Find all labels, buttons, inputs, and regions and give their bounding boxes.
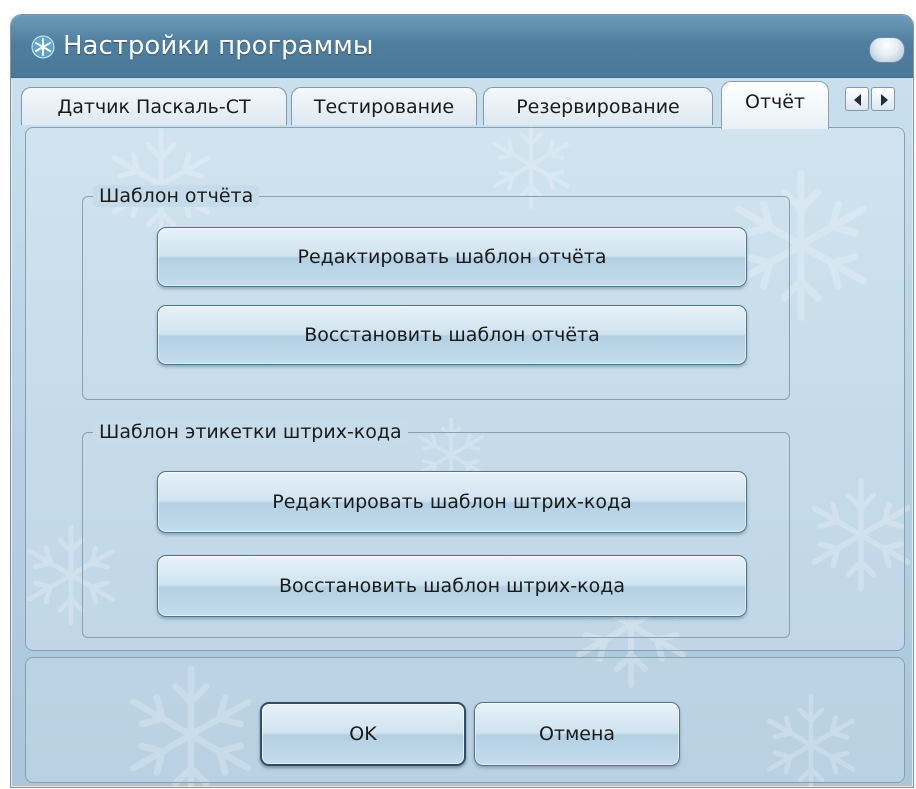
restore-report-template-button[interactable]: Восстановить шаблон отчёта (157, 305, 747, 365)
barcode-template-legend: Шаблон этикетки штрих-кода (93, 421, 408, 443)
tab-scroll-right-button[interactable] (871, 87, 895, 111)
tab-testing[interactable]: Тестирование (291, 87, 477, 125)
edit-report-template-button[interactable]: Редактировать шаблон отчёта (157, 227, 747, 287)
dialog-footer: OK Отмена (25, 657, 905, 783)
report-template-group: Шаблон отчёта Редактировать шаблон отчёт… (82, 185, 790, 400)
tab-pascal-sensor[interactable]: Датчик Паскаль-СТ (21, 87, 287, 125)
restore-barcode-template-button[interactable]: Восстановить шаблон штрих-кода (157, 555, 747, 617)
window-title: Настройки программы (63, 31, 374, 61)
title-bar[interactable]: Настройки программы (11, 15, 913, 78)
tab-strip: Датчик Паскаль-СТ Тестирование Резервиро… (21, 77, 913, 129)
settings-window: Настройки программы Датчик Паскаль-СТ Те… (10, 14, 914, 788)
window-orb-icon[interactable] (869, 37, 905, 63)
tab-backup[interactable]: Резервирование (483, 87, 713, 125)
report-template-legend: Шаблон отчёта (93, 185, 260, 207)
edit-barcode-template-button[interactable]: Редактировать шаблон штрих-кода (157, 471, 747, 533)
tab-panel-report: Шаблон отчёта Редактировать шаблон отчёт… (25, 127, 905, 651)
cancel-button[interactable]: Отмена (474, 702, 680, 766)
ok-button[interactable]: OK (260, 702, 466, 766)
tab-report[interactable]: Отчёт (721, 81, 829, 129)
barcode-template-group: Шаблон этикетки штрих-кода Редактировать… (82, 421, 790, 638)
snowflake-icon (31, 35, 55, 59)
tab-scroll-left-button[interactable] (845, 87, 869, 111)
arrow-right-icon (881, 94, 888, 106)
arrow-left-icon (854, 94, 861, 106)
